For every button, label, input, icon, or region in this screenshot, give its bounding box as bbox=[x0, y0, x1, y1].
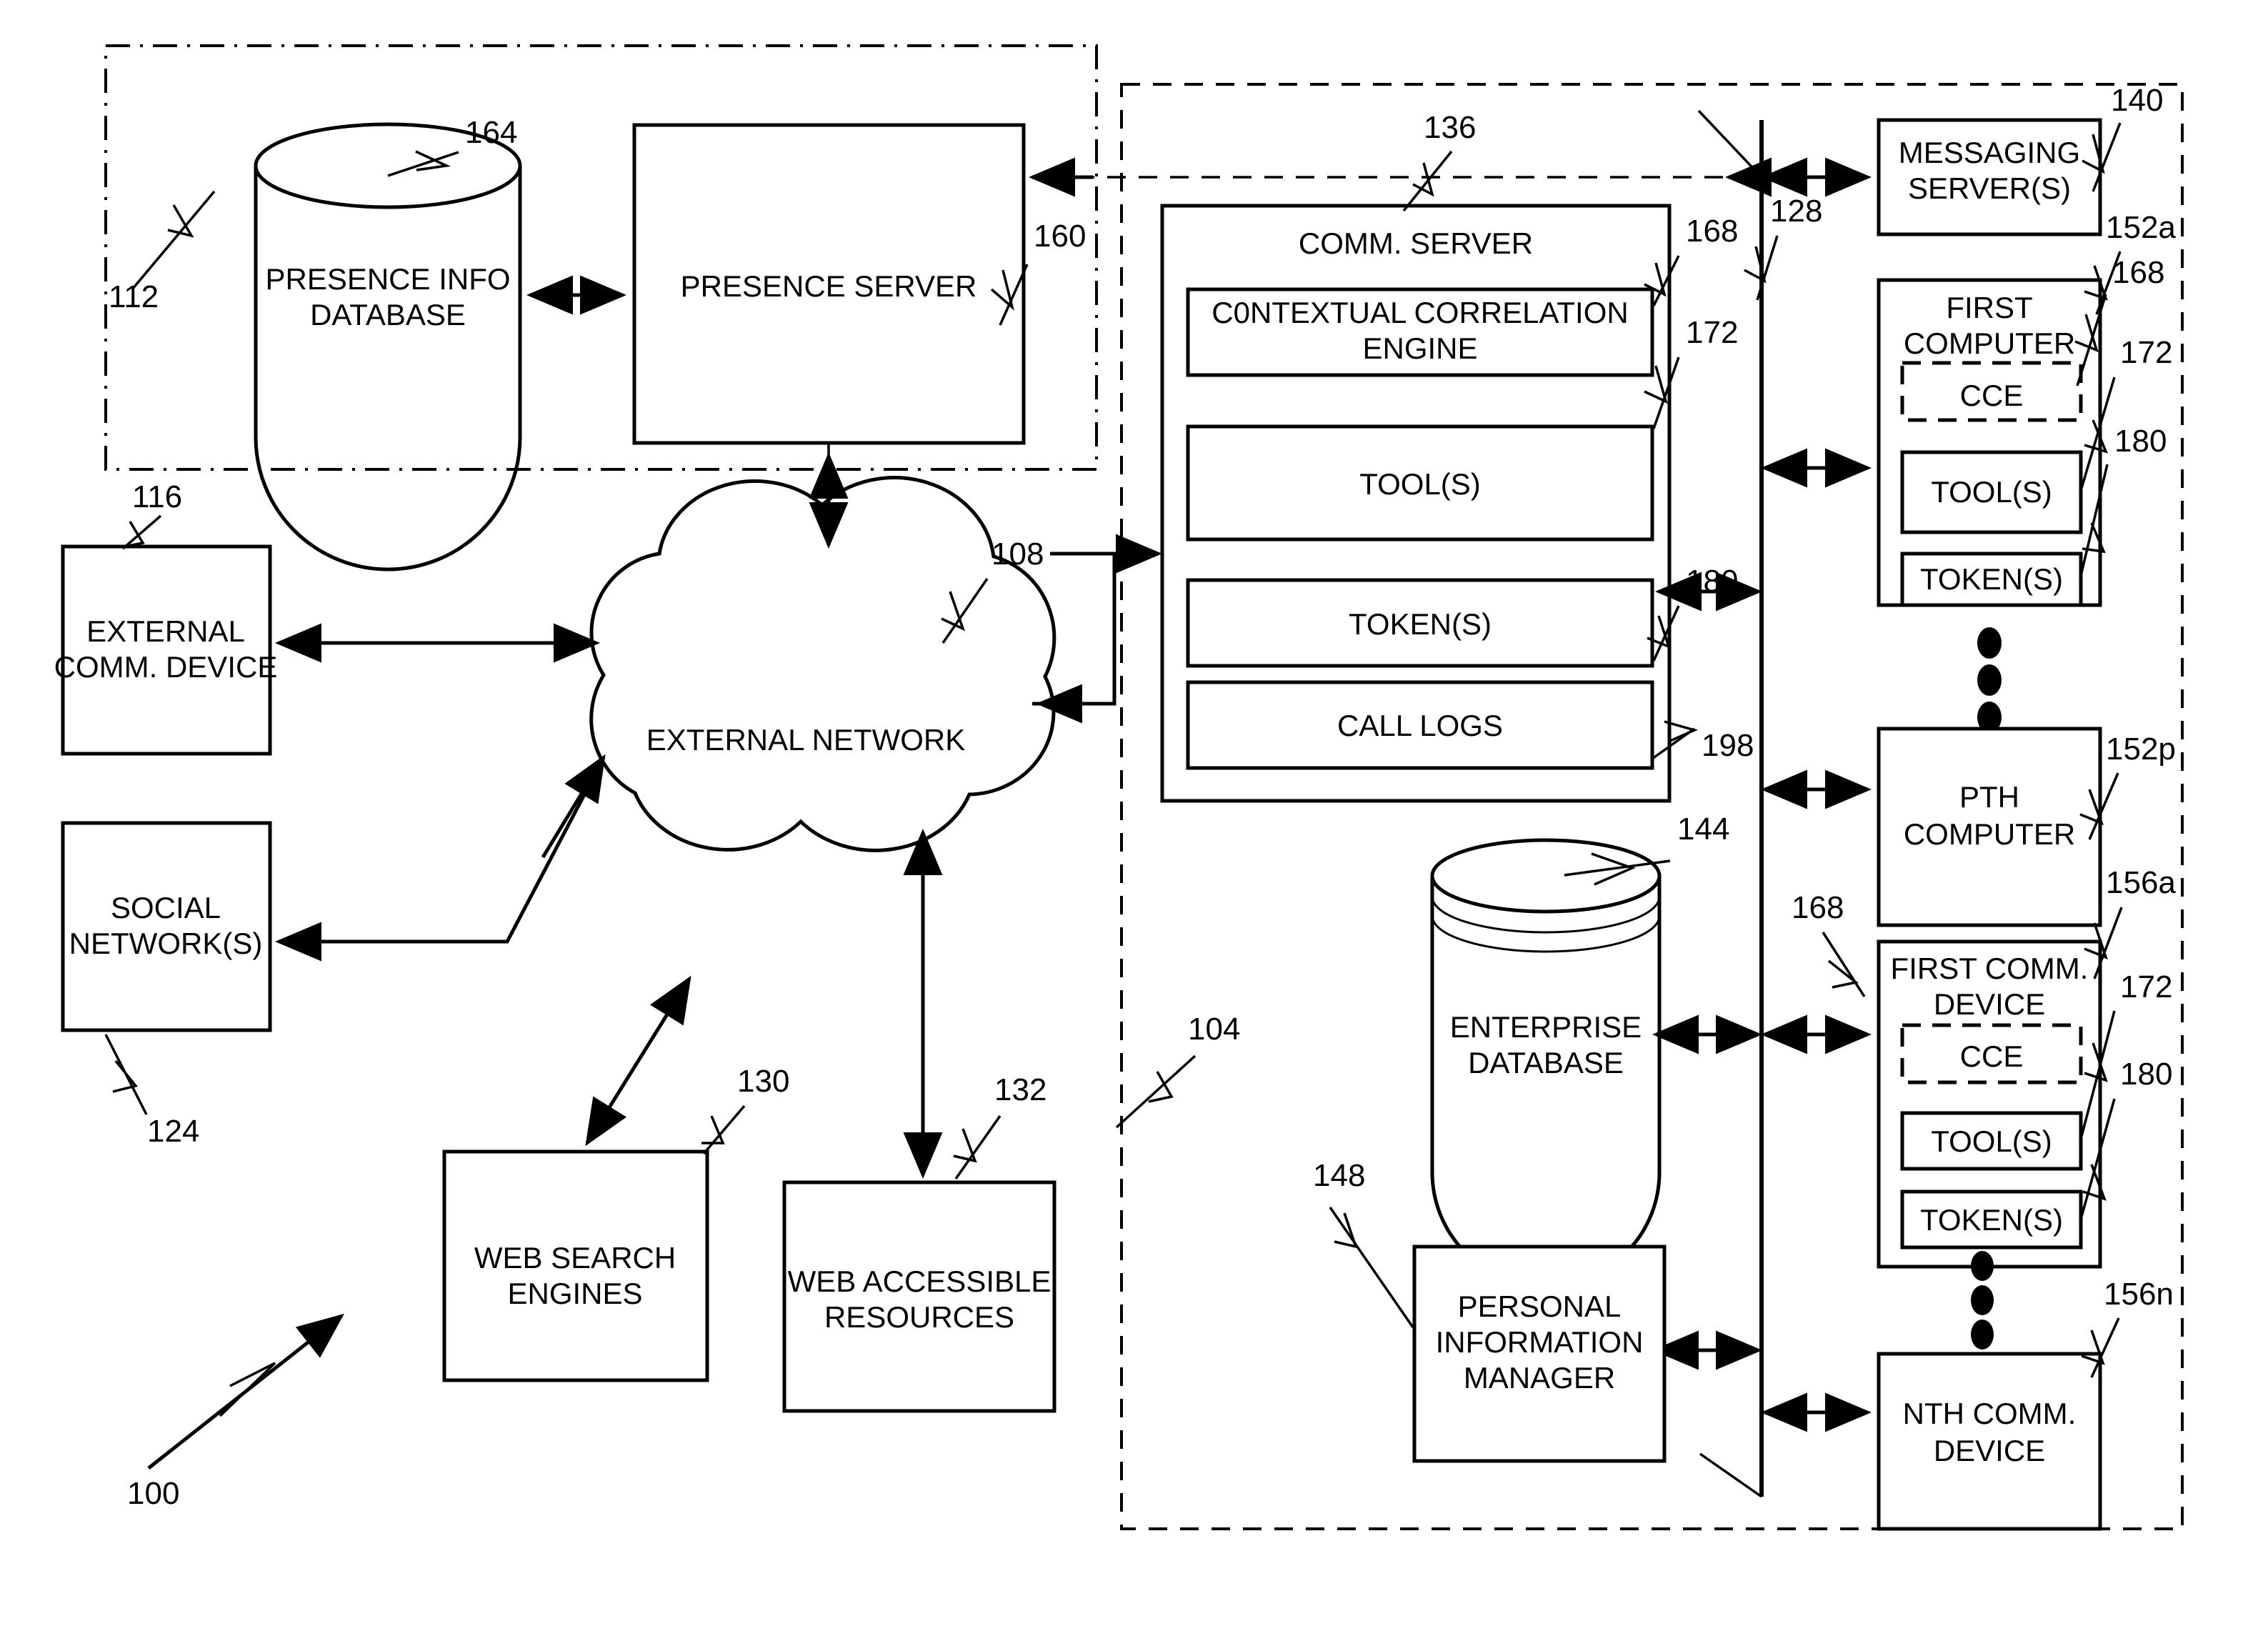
ref-128: 128 bbox=[1770, 194, 1822, 229]
social-networks-label-1: SOCIAL bbox=[111, 891, 221, 924]
ref-140: 140 bbox=[2111, 83, 2163, 118]
ref-132: 132 bbox=[994, 1072, 1046, 1107]
web-search-engines-label-1: WEB SEARCH bbox=[474, 1241, 676, 1275]
first-computer-label-2: COMPUTER bbox=[1904, 326, 2075, 360]
ref-160: 160 bbox=[1034, 219, 1086, 254]
pth-computer-label-2: COMPUTER bbox=[1904, 817, 2075, 851]
ref-156n: 156n bbox=[2104, 1277, 2174, 1312]
ref-152p: 152p bbox=[2106, 732, 2176, 767]
first-computer-tools-label: TOOL(S) bbox=[1931, 475, 2052, 509]
ref-180-first-comm-device: 180 bbox=[2120, 1057, 2172, 1092]
arrow-social-cloud bbox=[275, 770, 599, 962]
web-accessible-resources-label-1: WEB ACCESSIBLE bbox=[788, 1265, 1051, 1298]
ref-130: 130 bbox=[737, 1064, 789, 1099]
first-computer-label-1: FIRST bbox=[1946, 291, 2032, 324]
ref-112: 112 bbox=[109, 279, 159, 314]
first-comm-device-tools-label: TOOL(S) bbox=[1931, 1124, 2052, 1158]
comm-server-label: COMM. SERVER bbox=[1299, 226, 1533, 260]
tokens-label-server: TOKEN(S) bbox=[1349, 607, 1492, 641]
ref-136: 136 bbox=[1424, 110, 1476, 145]
social-networks-label-2: NETWORK(S) bbox=[69, 927, 263, 960]
first-comm-device-cce-label: CCE bbox=[1960, 1039, 2024, 1073]
enterprise-database-label-2: DATABASE bbox=[1468, 1046, 1624, 1079]
ref-116: 116 bbox=[132, 479, 182, 514]
web-search-engines-label-2: ENGINES bbox=[507, 1277, 642, 1310]
cce-label-2: ENGINE bbox=[1362, 331, 1477, 365]
pim-label-3: MANAGER bbox=[1464, 1361, 1615, 1395]
web-accessible-resources-label-2: RESOURCES bbox=[824, 1300, 1014, 1334]
messaging-servers-label-2: SERVER(S) bbox=[1908, 171, 2071, 205]
ref-144: 144 bbox=[1677, 812, 1729, 847]
vertical-ellipsis-computers bbox=[1977, 627, 2002, 733]
presence-server-label: PRESENCE SERVER bbox=[681, 269, 977, 303]
ref-108: 108 bbox=[991, 537, 1044, 572]
ref-180-first-computer: 180 bbox=[2114, 424, 2167, 459]
ref-100: 100 bbox=[127, 1476, 179, 1511]
first-computer-tokens-label: TOKEN(S) bbox=[1920, 562, 2063, 596]
ref-148: 148 bbox=[1313, 1158, 1365, 1193]
pim-label-2: INFORMATION bbox=[1436, 1325, 1644, 1359]
call-logs-label: CALL LOGS bbox=[1337, 709, 1503, 742]
pim-label-1: PERSONAL bbox=[1458, 1290, 1622, 1323]
external-comm-device-label-1: EXTERNAL bbox=[86, 614, 245, 648]
ref-168-comm-server: 168 bbox=[1686, 214, 1738, 249]
external-network-label: EXTERNAL NETWORK bbox=[646, 723, 966, 757]
nth-comm-device-label-2: DEVICE bbox=[1934, 1434, 2045, 1467]
patent-figure-canvas: 112 PRESENCE INFO DATABASE 164 PRESENCE … bbox=[0, 0, 2268, 1631]
vertical-ellipsis-comm-devices bbox=[1971, 1251, 1994, 1350]
presence-info-database-label-1: PRESENCE INFO bbox=[265, 262, 510, 296]
arrow-cloud-comm-server bbox=[1032, 552, 1116, 706]
external-comm-device-label-2: COMM. DEVICE bbox=[54, 650, 278, 684]
external-network-cloud bbox=[589, 476, 1056, 852]
ref-172-comm-server: 172 bbox=[1686, 315, 1738, 350]
ref-198: 198 bbox=[1702, 728, 1754, 763]
enterprise-database-label-1: ENTERPRISE bbox=[1450, 1010, 1642, 1044]
ref-172-first-comm-device: 172 bbox=[2120, 969, 2172, 1004]
ref-104: 104 bbox=[1188, 1012, 1240, 1047]
ref-124: 124 bbox=[147, 1114, 199, 1149]
ref-168-first-computer: 168 bbox=[2112, 255, 2164, 290]
first-computer-cce-label: CCE bbox=[1960, 379, 2024, 412]
presence-info-database-label-2: DATABASE bbox=[310, 298, 466, 331]
first-comm-device-label-2: DEVICE bbox=[1934, 987, 2045, 1021]
first-comm-device-tokens-label: TOKEN(S) bbox=[1920, 1203, 2063, 1237]
ref-164: 164 bbox=[465, 115, 517, 150]
cce-label-1: C0NTEXTUAL CORRELATION bbox=[1212, 296, 1628, 329]
first-comm-device-label-1: FIRST COMM. bbox=[1891, 952, 2089, 985]
ref-180-comm-server: 180 bbox=[1686, 564, 1738, 599]
tools-label-server: TOOL(S) bbox=[1359, 467, 1481, 501]
pth-computer-label-1: PTH bbox=[1959, 780, 2019, 814]
ref-152a: 152a bbox=[2106, 210, 2176, 245]
ref-172-first-computer: 172 bbox=[2120, 335, 2172, 370]
nth-comm-device-label-1: NTH COMM. bbox=[1903, 1397, 2077, 1430]
presence-info-database bbox=[254, 122, 522, 572]
ref-156a: 156a bbox=[2106, 865, 2176, 900]
messaging-servers-label-1: MESSAGING bbox=[1899, 136, 2080, 169]
arrow-web-search-cloud bbox=[585, 975, 691, 1147]
